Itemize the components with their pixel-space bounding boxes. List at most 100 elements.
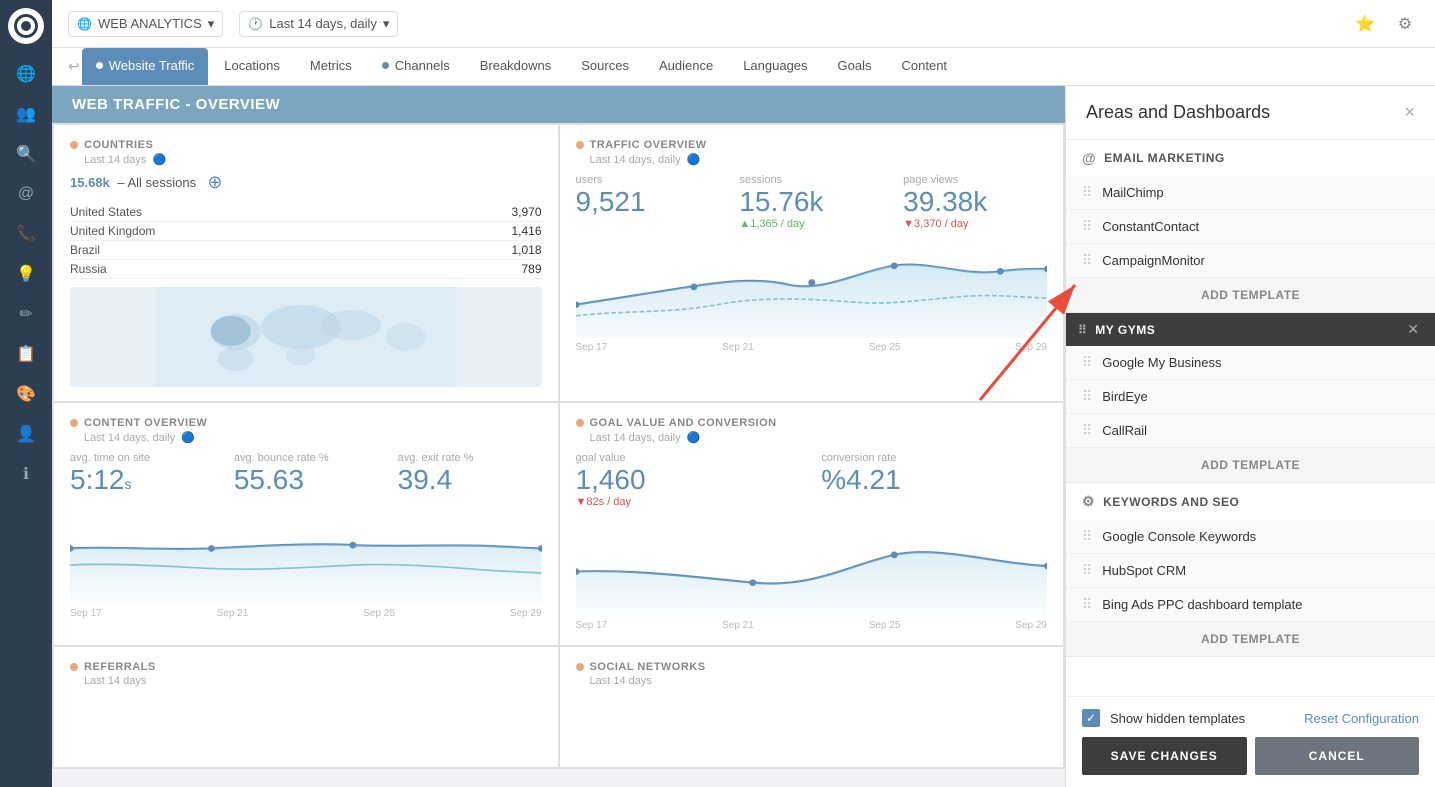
footer-buttons: SAVE CHANGES CANCEL xyxy=(1082,737,1419,775)
top-bar: 🌐 WEB ANALYTICS ▾ 🕐 Last 14 days, daily … xyxy=(52,0,1435,48)
drag-handle-icon: ⠿ xyxy=(1082,354,1092,371)
tab-dot xyxy=(382,62,389,69)
cancel-button[interactable]: CANCEL xyxy=(1255,737,1420,775)
tab-sources[interactable]: Sources xyxy=(567,48,643,85)
template-birdeye[interactable]: ⠿ BirdEye xyxy=(1066,380,1435,414)
template-googlemybusiness[interactable]: ⠿ Google My Business xyxy=(1066,346,1435,380)
widget-dot xyxy=(70,419,78,427)
tab-label: Audience xyxy=(659,58,713,73)
right-panel: Areas and Dashboards × @ EMAIL MARKETING… xyxy=(1065,86,1435,787)
tab-label: Content xyxy=(902,58,948,73)
analytics-selector[interactable]: 🌐 WEB ANALYTICS ▾ xyxy=(68,11,223,37)
add-template-email-button[interactable]: ADD TEMPLATE xyxy=(1066,278,1435,313)
add-sessions-btn[interactable]: ⊕ xyxy=(207,172,222,193)
widget-referrals-title: REFERRALS xyxy=(70,661,542,673)
seo-section-icon: ⚙ xyxy=(1082,493,1095,510)
template-name: HubSpot CRM xyxy=(1102,563,1419,578)
settings-icon[interactable]: ⚙ xyxy=(1391,10,1419,38)
panel-close-button[interactable]: × xyxy=(1404,102,1415,123)
add-template-seo-button[interactable]: ADD TEMPLATE xyxy=(1066,622,1435,657)
template-mailchimp[interactable]: ⠿ MailChimp xyxy=(1066,176,1435,210)
section-label-email: EMAIL MARKETING xyxy=(1104,151,1225,165)
breadcrumb-icon: ↩ xyxy=(68,58,80,75)
widget-countries-title: COUNTRIES xyxy=(70,139,542,151)
tab-goals[interactable]: Goals xyxy=(824,48,886,85)
my-gyms-section-icon: ⠿ xyxy=(1078,323,1087,337)
reset-configuration-link[interactable]: Reset Configuration xyxy=(1304,711,1419,726)
template-constantcontact[interactable]: ⠿ ConstantContact xyxy=(1066,210,1435,244)
section-label-seo: KEYWORDS AND SEO xyxy=(1103,495,1239,509)
template-hubspotcrm[interactable]: ⠿ HubSpot CRM xyxy=(1066,554,1435,588)
tab-dot xyxy=(96,62,103,69)
save-changes-button[interactable]: SAVE CHANGES xyxy=(1082,737,1247,775)
x-axis-traffic: Sep 17 Sep 21 Sep 25 Sep 29 xyxy=(576,342,1048,353)
traffic-sparkline xyxy=(576,238,1048,338)
tab-breakdowns[interactable]: Breakdowns xyxy=(466,48,566,85)
template-name: Bing Ads PPC dashboard template xyxy=(1102,597,1419,612)
tab-website-traffic[interactable]: Website Traffic xyxy=(82,48,209,85)
tab-languages[interactable]: Languages xyxy=(729,48,821,85)
date-range-selector[interactable]: 🕐 Last 14 days, daily ▾ xyxy=(239,11,398,37)
sidebar-icon-bulb[interactable]: 💡 xyxy=(8,256,44,292)
sidebar-icon-palette[interactable]: 🎨 xyxy=(8,376,44,412)
goal-metric-value: goal value 1,460 ▼82s / day xyxy=(576,452,802,508)
sidebar-icon-at[interactable]: @ xyxy=(8,176,44,212)
widget-goal-value: GOAL VALUE AND CONVERSION Last 14 days, … xyxy=(560,403,1064,645)
sidebar-icon-search[interactable]: 🔍 xyxy=(8,136,44,172)
all-sessions: 15.68k – All sessions ⊕ xyxy=(70,172,542,193)
app-logo[interactable] xyxy=(8,8,44,44)
sidebar-icon-info[interactable]: ℹ xyxy=(8,456,44,492)
template-name: CallRail xyxy=(1102,423,1419,438)
tab-label: Goals xyxy=(838,58,872,73)
section-header-mygyms: ⠿ MY GYMS ✕ xyxy=(1066,313,1435,346)
traffic-metric-sessions: sessions 15.76k ▲1,365 / day xyxy=(739,174,883,230)
sidebar-icon-user[interactable]: 👤 xyxy=(8,416,44,452)
add-template-mygyms-button[interactable]: ADD TEMPLATE xyxy=(1066,448,1435,483)
template-googleconsolekeywords[interactable]: ⠿ Google Console Keywords xyxy=(1066,520,1435,554)
tab-locations[interactable]: Locations xyxy=(210,48,294,85)
widget-goal-title: GOAL VALUE AND CONVERSION xyxy=(576,417,1048,429)
panel-footer: ✓ Show hidden templates Reset Configurat… xyxy=(1066,696,1435,787)
template-name: ConstantContact xyxy=(1102,219,1419,234)
goal-sparkline xyxy=(576,516,1048,616)
clock-icon: 🕐 xyxy=(248,17,263,31)
tab-label: Breakdowns xyxy=(480,58,552,73)
x-axis-content: Sep 17 Sep 21 Sep 25 Sep 29 xyxy=(70,608,542,619)
tab-metrics[interactable]: Metrics xyxy=(296,48,366,85)
panel-header: Areas and Dashboards × xyxy=(1066,86,1435,140)
x-axis-goal: Sep 17 Sep 21 Sep 25 Sep 29 xyxy=(576,620,1048,631)
template-campaignmonitor[interactable]: ⠿ CampaignMonitor xyxy=(1066,244,1435,278)
sidebar-icon-clipboard[interactable]: 📋 xyxy=(8,336,44,372)
template-name: Google Console Keywords xyxy=(1102,529,1419,544)
tab-audience[interactable]: Audience xyxy=(645,48,727,85)
analytics-label: WEB ANALYTICS xyxy=(98,16,202,31)
drag-handle-icon: ⠿ xyxy=(1082,218,1092,235)
tab-content[interactable]: Content xyxy=(888,48,962,85)
drag-handle-icon: ⠿ xyxy=(1082,596,1092,613)
widget-social-title: SOCIAL NETWORKS xyxy=(576,661,1048,673)
tab-label: Channels xyxy=(395,58,450,73)
country-list: United States 3,970 United Kingdom 1,416… xyxy=(70,203,542,279)
globe-small-icon: 🌐 xyxy=(77,17,92,31)
panel-body: @ EMAIL MARKETING ⠿ MailChimp ⠿ Constant… xyxy=(1066,140,1435,696)
widget-content-overview: CONTENT OVERVIEW Last 14 days, daily 🔵 a… xyxy=(54,403,558,645)
sidebar-icon-users[interactable]: 👥 xyxy=(8,96,44,132)
tab-label: Sources xyxy=(581,58,629,73)
show-hidden-checkbox[interactable]: ✓ xyxy=(1082,709,1100,727)
widget-referrals: REFERRALS Last 14 days xyxy=(54,647,558,767)
widget-dot xyxy=(576,141,584,149)
sidebar-icon-edit[interactable]: ✏ xyxy=(8,296,44,332)
tab-channels[interactable]: Channels xyxy=(368,48,464,85)
template-callrail[interactable]: ⠿ CallRail xyxy=(1066,414,1435,448)
sidebar-icon-globe[interactable]: 🌐 xyxy=(8,56,44,92)
map-placeholder xyxy=(70,287,542,387)
section-header-seo: ⚙ KEYWORDS AND SEO xyxy=(1066,483,1435,520)
section-delete-button[interactable]: ✕ xyxy=(1407,321,1419,338)
country-row: Russia 789 xyxy=(70,260,542,279)
template-bingads[interactable]: ⠿ Bing Ads PPC dashboard template xyxy=(1066,588,1435,622)
tab-label: Languages xyxy=(743,58,807,73)
sidebar-icon-phone[interactable]: 📞 xyxy=(8,216,44,252)
template-name: CampaignMonitor xyxy=(1102,253,1419,268)
star-icon[interactable]: ⭐ xyxy=(1351,10,1379,38)
widget-traffic-overview: TRAFFIC OVERVIEW Last 14 days, daily 🔵 u… xyxy=(560,125,1064,401)
